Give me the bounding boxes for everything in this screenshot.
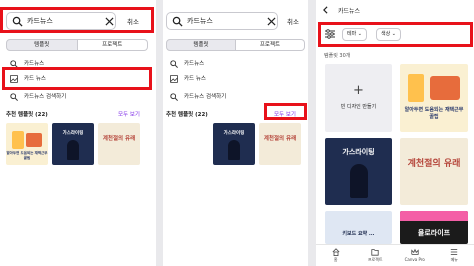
chevron-down-icon: ⌄ (357, 31, 362, 37)
nav-label: 홈 (333, 257, 338, 262)
suggestion-label: 카드 뉴스 (184, 76, 206, 82)
suggestion-label: 카드 뉴스 (24, 76, 46, 82)
nav-canva-pro[interactable]: Canva Pro (395, 245, 435, 266)
suggestion-label: 카드뉴스 (184, 61, 205, 67)
bottom-nav: 홈 프로젝트 Canva Pro 메뉴 (316, 244, 474, 266)
search-icon (170, 60, 178, 68)
nav-label: 메뉴 (450, 257, 458, 262)
nav-menu[interactable]: 메뉴 (435, 245, 474, 266)
search-icon (10, 93, 18, 101)
template-thumbnail[interactable]: 계천절의 유래 (98, 123, 140, 165)
see-all-link[interactable]: 모두 보기 (118, 110, 140, 118)
suggestion-item[interactable]: 카드 뉴스 (170, 73, 300, 85)
screen-see-all: 카드뉴스 취소 템플릿 프로젝트 카드뉴스 카드 뉴스 카드뉴스 검색하기 추천… (163, 0, 308, 266)
screen-template-results: 카드뉴스 테마 ⌄ 색상 ⌄ 템플릿 30개 + 빈 디자인 만들기 알아두면 … (316, 0, 474, 266)
image-icon (10, 75, 18, 83)
suggestion-item[interactable]: 카드뉴스 (170, 58, 300, 70)
image-icon (170, 75, 178, 83)
template-thumbnail[interactable]: 키보드 요약 ... (325, 211, 392, 244)
section-title: 추천 템플릿 (22) (166, 112, 208, 118)
suggestion-label: 카드뉴스 검색하기 (24, 94, 67, 100)
cancel-button[interactable]: 취소 (287, 16, 299, 26)
nav-home[interactable]: 홈 (316, 245, 356, 266)
thumbnail-title: 계천절의 유래 (407, 159, 461, 169)
suggestion-label: 카드뉴스 (24, 61, 45, 67)
crown-icon (411, 248, 419, 255)
template-thumbnail[interactable]: 계천절의 유래 (400, 138, 468, 205)
search-value: 카드뉴스 (27, 17, 53, 25)
plus-icon: + (353, 83, 364, 98)
thumbnail-title: 계천절의 유래 (263, 136, 297, 142)
filter-label: 테마 (347, 31, 357, 37)
home-icon (332, 248, 340, 256)
header-title: 카드뉴스 (338, 8, 361, 15)
clear-icon[interactable] (267, 17, 276, 26)
filter-icon[interactable] (325, 29, 335, 39)
panel-divider (308, 0, 316, 266)
thumbnail-title: 키보드 요약 ... (342, 231, 375, 237)
search-icon (12, 16, 23, 27)
tab-bar: 템플릿 프로젝트 (166, 39, 305, 51)
menu-icon (451, 249, 458, 255)
thumbnail-title: 알아두면 도움되는 재택근무 꿀팁 (404, 107, 464, 120)
thumbnail-title: 계천절의 유래 (102, 136, 136, 142)
thumbnail-title: 가스라이팅 (342, 148, 375, 156)
suggestion-item[interactable]: 카드 뉴스 (10, 73, 150, 85)
search-input[interactable]: 카드뉴스 (6, 12, 116, 30)
template-thumbnail[interactable]: 가스라이팅 (52, 123, 94, 165)
blank-design-label: 빈 디자인 만들기 (340, 104, 377, 110)
suggestion-label: 카드뉴스 검색하기 (184, 94, 227, 100)
tab-templates[interactable]: 템플릿 (6, 39, 78, 51)
search-icon (170, 93, 178, 101)
folder-icon (371, 249, 379, 256)
template-thumbnail[interactable]: 가스라이팅 (213, 123, 255, 165)
search-input[interactable]: 카드뉴스 (166, 12, 278, 30)
chevron-down-icon: ⌄ (391, 31, 396, 37)
nav-label: 프로젝트 (367, 257, 383, 262)
suggestion-item[interactable]: 카드뉴스 검색하기 (10, 91, 150, 103)
tab-projects[interactable]: 프로젝트 (77, 39, 148, 51)
template-thumbnail[interactable]: 계천절의 유래 (259, 123, 301, 165)
search-icon (10, 60, 18, 68)
see-all-link[interactable]: 모두 보기 (274, 110, 296, 118)
template-count: 템플릿 30개 (324, 53, 351, 59)
template-thumbnail[interactable]: 알아두면 도움되는 재택근무 꿀팁 (6, 123, 48, 165)
template-thumbnail[interactable]: 알아두면 도움되는 재택근무 꿀팁 (400, 64, 468, 132)
suggestion-item[interactable]: 카드뉴스 (10, 58, 150, 70)
thumbnail-title: 가스라이팅 (223, 131, 245, 136)
clear-icon[interactable] (105, 17, 114, 26)
blank-design-card[interactable]: + 빈 디자인 만들기 (325, 64, 392, 132)
back-arrow-icon[interactable] (322, 6, 329, 14)
filter-color-button[interactable]: 색상 ⌄ (376, 28, 401, 41)
screen-search-suggestions: 카드뉴스 취소 템플릿 프로젝트 카드뉴스 카드 뉴스 카드뉴스 검색하기 추천… (0, 0, 156, 266)
nav-projects[interactable]: 프로젝트 (356, 245, 396, 266)
cancel-button[interactable]: 취소 (127, 16, 139, 26)
template-thumbnail[interactable]: 가스라이팅 (325, 138, 392, 205)
tab-bar: 템플릿 프로젝트 (6, 39, 148, 51)
thumbnail-title: 가스라이팅 (62, 131, 84, 136)
template-thumbnail[interactable]: 욜로라이프 (400, 211, 468, 244)
thumbnail-title: 알아두면 도움되는 재택근무 꿀팁 (6, 151, 48, 160)
section-title: 추천 템플릿 (22) (6, 112, 48, 118)
tab-projects[interactable]: 프로젝트 (236, 39, 305, 51)
suggestion-item[interactable]: 카드뉴스 검색하기 (170, 91, 300, 103)
filter-label: 색상 (381, 31, 391, 37)
thumbnail-title: 욜로라이프 (417, 229, 451, 237)
search-icon (172, 16, 183, 27)
nav-label: Canva Pro (404, 257, 425, 262)
filter-theme-button[interactable]: 테마 ⌄ (342, 28, 367, 41)
tab-templates[interactable]: 템플릿 (166, 39, 236, 51)
panel-divider (156, 0, 163, 266)
search-value: 카드뉴스 (187, 17, 213, 25)
